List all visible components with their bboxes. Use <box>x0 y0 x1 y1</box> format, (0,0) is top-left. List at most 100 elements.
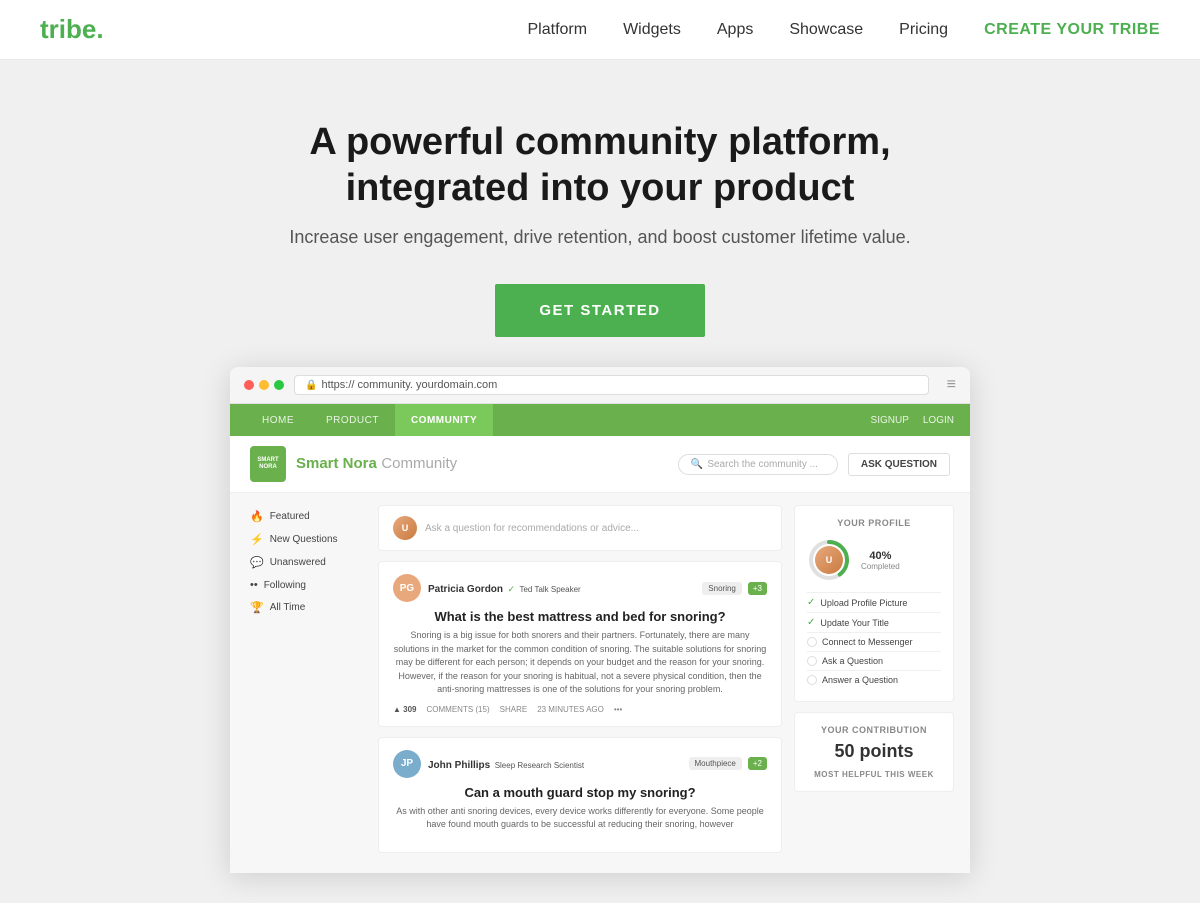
vote-up-0[interactable]: ▲ 309 <box>393 705 417 714</box>
url-bar[interactable]: 🔒 https:// community. yourdomain.com <box>294 375 929 395</box>
app-nav-login[interactable]: LOGIN <box>923 415 954 426</box>
profile-action-4[interactable]: Answer a Question <box>807 670 941 689</box>
sidebar-label-new-questions: New Questions <box>270 534 338 545</box>
app-nav-product[interactable]: PRODUCT <box>310 404 395 436</box>
url-secure-icon: 🔒 <box>305 380 317 391</box>
community-logo: SMARTNORA <box>250 446 286 482</box>
sidebar-item-following[interactable]: •• Following <box>246 574 366 596</box>
app-navbar: HOME PRODUCT COMMUNITY SIGNUP LOGIN <box>230 404 970 436</box>
post-author-0: Patricia Gordon ✓ Ted Talk Speaker <box>428 579 581 597</box>
post-author-info-0: Patricia Gordon ✓ Ted Talk Speaker <box>428 579 581 597</box>
profile-percent-info: 40% Completed <box>861 550 900 571</box>
comments-0[interactable]: COMMENTS (15) <box>427 705 490 714</box>
search-icon: 🔍 <box>691 459 703 470</box>
main-feed: U Ask a question for recommendations or … <box>378 505 782 861</box>
post-card-1: JP John Phillips Sleep Research Scientis… <box>378 737 782 853</box>
check-icon-1: ✓ <box>807 617 815 628</box>
profile-action-label-3: Ask a Question <box>822 656 883 666</box>
sidebar-label-featured: Featured <box>270 511 310 522</box>
nav-cta[interactable]: CREATE YOUR TRIBE <box>984 21 1160 38</box>
post-avatar-1: JP <box>393 750 421 778</box>
nav-showcase[interactable]: Showcase <box>789 21 863 38</box>
post-header-0: PG Patricia Gordon ✓ Ted Talk Speaker Sn… <box>393 574 767 602</box>
hero-heading: A powerful community platform, integrate… <box>260 120 940 211</box>
app-nav-links: HOME PRODUCT COMMUNITY <box>246 404 493 436</box>
profile-action-label-2: Connect to Messenger <box>822 637 913 647</box>
time-0: 23 MINUTES AGO <box>537 705 604 714</box>
hero-subtext: Increase user engagement, drive retentio… <box>20 227 1180 248</box>
brand-name: Smart Nora <box>296 455 377 472</box>
following-icon: •• <box>250 579 258 591</box>
community-name: Smart Nora Community <box>296 455 457 473</box>
profile-action-label-1: Update Your Title <box>820 618 889 628</box>
post-author-info-1: John Phillips Sleep Research Scientist <box>428 755 584 773</box>
share-0[interactable]: SHARE <box>500 705 528 714</box>
sidebar-item-featured[interactable]: 🔥 Featured <box>246 505 366 528</box>
post-title-0[interactable]: What is the best mattress and bed for sn… <box>393 609 767 624</box>
ask-question-button[interactable]: ASK QUESTION <box>848 453 950 476</box>
url-text: https:// community. yourdomain.com <box>321 379 497 391</box>
all-time-icon: 🏆 <box>250 601 264 614</box>
profile-action-label-4: Answer a Question <box>822 675 898 685</box>
logo-dot: . <box>96 14 103 44</box>
profile-card: YOUR PROFILE U 40% Completed <box>794 505 954 702</box>
hero-section: A powerful community platform, integrate… <box>0 60 1200 903</box>
nav-pricing[interactable]: Pricing <box>899 21 948 38</box>
community-label: Community <box>381 455 457 472</box>
ask-placeholder: Ask a question for recommendations or ad… <box>425 523 639 534</box>
profile-action-0[interactable]: ✓ Upload Profile Picture <box>807 592 941 612</box>
check-empty-4 <box>807 675 817 685</box>
post-title-1[interactable]: Can a mouth guard stop my snoring? <box>393 785 767 800</box>
search-placeholder-text: Search the community ... <box>707 459 818 470</box>
progress-completed-label: Completed <box>861 562 900 571</box>
sidebar-item-all-time[interactable]: 🏆 All Time <box>246 596 366 619</box>
progress-percent: 40% <box>861 550 900 562</box>
nav-apps[interactable]: Apps <box>717 21 753 38</box>
post-header-1: JP John Phillips Sleep Research Scientis… <box>393 750 767 778</box>
sidebar-label-all-time: All Time <box>270 602 306 613</box>
navbar: tribe. Platform Widgets Apps Showcase Pr… <box>0 0 1200 60</box>
nav-platform[interactable]: Platform <box>528 21 588 38</box>
dot-green <box>274 380 284 390</box>
community-search[interactable]: 🔍 Search the community ... <box>678 454 838 475</box>
app-nav-community[interactable]: COMMUNITY <box>395 404 493 436</box>
sidebar-panel: 🔥 Featured ⚡ New Questions 💬 Unanswered … <box>246 505 366 861</box>
nav-widgets[interactable]: Widgets <box>623 21 681 38</box>
hamburger-icon[interactable]: ≡ <box>947 376 956 394</box>
logo-text: tribe <box>40 14 96 44</box>
browser-dots <box>244 380 284 390</box>
contribution-card: YOUR CONTRIBUTION 50 points MOST HELPFUL… <box>794 712 954 792</box>
profile-avatar: U <box>815 546 843 574</box>
profile-action-1[interactable]: ✓ Update Your Title <box>807 612 941 632</box>
dot-red <box>244 380 254 390</box>
post-footer-0: ▲ 309 COMMENTS (15) SHARE 23 MINUTES AGO… <box>393 705 767 714</box>
ask-box[interactable]: U Ask a question for recommendations or … <box>378 505 782 551</box>
check-empty-3 <box>807 656 817 666</box>
profile-action-label-0: Upload Profile Picture <box>820 598 907 608</box>
community-body: 🔥 Featured ⚡ New Questions 💬 Unanswered … <box>230 493 970 873</box>
browser-mockup: 🔒 https:// community. yourdomain.com ≡ H… <box>230 367 970 873</box>
contribution-points: 50 points <box>807 741 941 762</box>
sidebar-item-unanswered[interactable]: 💬 Unanswered <box>246 551 366 574</box>
post-text-0: Snoring is a big issue for both snorers … <box>393 629 767 697</box>
post-avatar-0: PG <box>393 574 421 602</box>
profile-action-2[interactable]: Connect to Messenger <box>807 632 941 651</box>
logo[interactable]: tribe. <box>40 14 104 45</box>
sidebar-item-new-questions[interactable]: ⚡ New Questions <box>246 528 366 551</box>
contribution-title: YOUR CONTRIBUTION <box>807 725 941 735</box>
get-started-button[interactable]: GET STARTED <box>495 284 704 337</box>
progress-ring: U <box>807 538 851 582</box>
profile-card-title: YOUR PROFILE <box>807 518 941 528</box>
profile-action-3[interactable]: Ask a Question <box>807 651 941 670</box>
contribution-helpful-label: MOST HELPFUL THIS WEEK <box>807 770 941 779</box>
post-tags-1: Mouthpiece +2 <box>689 757 767 770</box>
more-0[interactable]: ••• <box>614 705 622 714</box>
community-header: SMARTNORA Smart Nora Community 🔍 Search … <box>230 436 970 493</box>
right-panel: YOUR PROFILE U 40% Completed <box>794 505 954 861</box>
dot-yellow <box>259 380 269 390</box>
profile-progress-area: U 40% Completed <box>807 538 941 582</box>
app-nav-home[interactable]: HOME <box>246 404 310 436</box>
check-empty-2 <box>807 637 817 647</box>
app-nav-signup[interactable]: SIGNUP <box>871 415 909 426</box>
post-author-1: John Phillips Sleep Research Scientist <box>428 755 584 773</box>
